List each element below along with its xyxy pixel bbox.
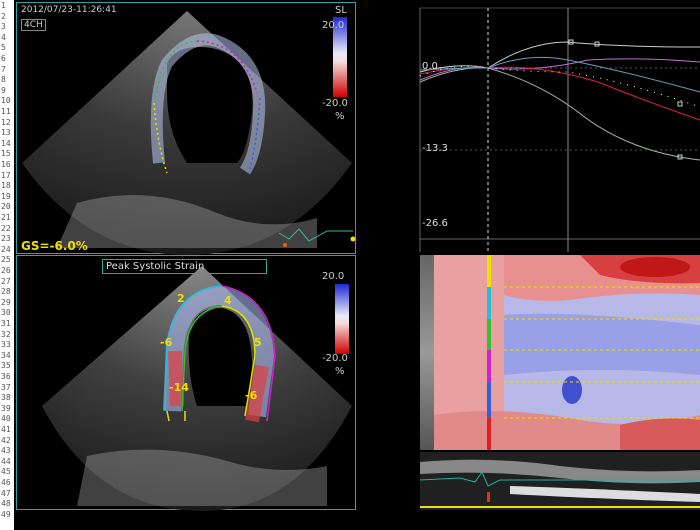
row-number: 28 — [1, 287, 11, 297]
row-number: 36 — [1, 372, 11, 381]
row-number-gutter: 1 2 3 4 5 6 7 8 9 10 11 12 13 14 15 16 17 18 19 20 21 22 23 24 2… — [0, 0, 14, 530]
row-number: 25 — [1, 255, 11, 265]
row-number: 20 — [1, 202, 11, 212]
scale-min-label: -20.0 — [322, 353, 348, 364]
row-number: 37 — [1, 382, 11, 392]
row-number: 16 — [1, 160, 11, 169]
scale-label: SL — [335, 5, 347, 16]
row-number: 11 — [1, 107, 11, 116]
row-number: 22 — [1, 223, 11, 233]
row-number: 13 — [1, 128, 11, 138]
row-number: 45 — [1, 467, 11, 477]
row-number: 9 — [1, 85, 6, 95]
strain-color-map-panel[interactable] — [420, 255, 700, 450]
y-label-mid: -13.3 — [422, 143, 448, 154]
row-number: 44 — [1, 456, 11, 466]
row-number: 8 — [1, 75, 6, 85]
row-number: 48 — [1, 499, 11, 509]
row-number: 3 — [1, 22, 6, 32]
row-number: 29 — [1, 297, 11, 307]
row-number: 21 — [1, 213, 11, 222]
row-number: 1 — [1, 1, 6, 10]
segment-value-4: 5 — [254, 336, 262, 349]
row-number: 7 — [1, 64, 6, 74]
row-number: 34 — [1, 350, 11, 360]
row-number: 27 — [1, 276, 11, 286]
segment-value-1: 2 — [177, 292, 185, 305]
scale-max-label: 20.0 — [322, 20, 345, 31]
row-number: 40 — [1, 414, 11, 424]
row-number: 12 — [1, 117, 11, 127]
row-number: 39 — [1, 403, 11, 413]
row-number: 2 — [1, 11, 6, 21]
row-number: 41 — [1, 425, 11, 434]
row-number: 46 — [1, 478, 11, 487]
mmode-ecg-panel[interactable] — [420, 452, 700, 510]
row-number: 47 — [1, 488, 11, 498]
strain-color-map — [420, 255, 700, 450]
row-number: 38 — [1, 393, 11, 403]
row-number: 6 — [1, 54, 6, 63]
row-number: 30 — [1, 308, 11, 318]
echo-4ch-image — [22, 11, 356, 255]
row-number: 49 — [1, 509, 11, 519]
row-number: 32 — [1, 329, 11, 339]
global-strain-value: GS=-6.0% — [21, 239, 88, 253]
scale-unit-label: % — [335, 366, 345, 377]
strain-curves-panel[interactable]: 0.0 -13.3 -26.6 — [358, 2, 700, 252]
row-number: 5 — [1, 43, 6, 53]
mmode-ecg-strip — [420, 452, 700, 510]
scale-max-label: 20.0 — [322, 271, 345, 282]
scale-unit-label: % — [335, 111, 345, 122]
segment-value-5: -14 — [169, 381, 189, 394]
y-label-top: 0.0 — [422, 61, 438, 72]
row-number: 35 — [1, 361, 11, 371]
row-number: 19 — [1, 191, 11, 201]
row-number: 10 — [1, 96, 11, 106]
row-number: 23 — [1, 234, 11, 244]
row-number: 26 — [1, 266, 11, 275]
view-label: 4CH — [21, 19, 46, 31]
segment-value-2: 4 — [224, 294, 232, 307]
panel-title: Peak Systolic Strain — [102, 259, 267, 274]
scale-min-label: -20.0 — [322, 98, 348, 109]
row-number: 31 — [1, 319, 11, 328]
row-number: 18 — [1, 181, 11, 191]
row-number: 17 — [1, 170, 11, 180]
y-label-bottom: -26.6 — [422, 218, 448, 229]
row-number: 14 — [1, 138, 11, 148]
row-number: 15 — [1, 149, 11, 159]
segment-value-6: -6 — [245, 389, 258, 402]
timestamp: 2012/07/23-11:26:41 — [21, 5, 117, 15]
row-number: 24 — [1, 244, 11, 254]
peak-strain-panel[interactable]: Peak Systolic Strain 20.0 -20.0 % 2 4 -6… — [16, 255, 356, 511]
row-number: 42 — [1, 435, 11, 445]
segment-value-3: -6 — [160, 336, 173, 349]
strain-curves-plot — [419, 7, 700, 252]
row-number: 4 — [1, 32, 6, 42]
row-number: 33 — [1, 340, 11, 350]
echo-4ch-panel[interactable]: 2012/07/23-11:26:41 4CH SL 20.0 -20.0 % … — [16, 2, 356, 255]
row-number: 43 — [1, 446, 11, 456]
